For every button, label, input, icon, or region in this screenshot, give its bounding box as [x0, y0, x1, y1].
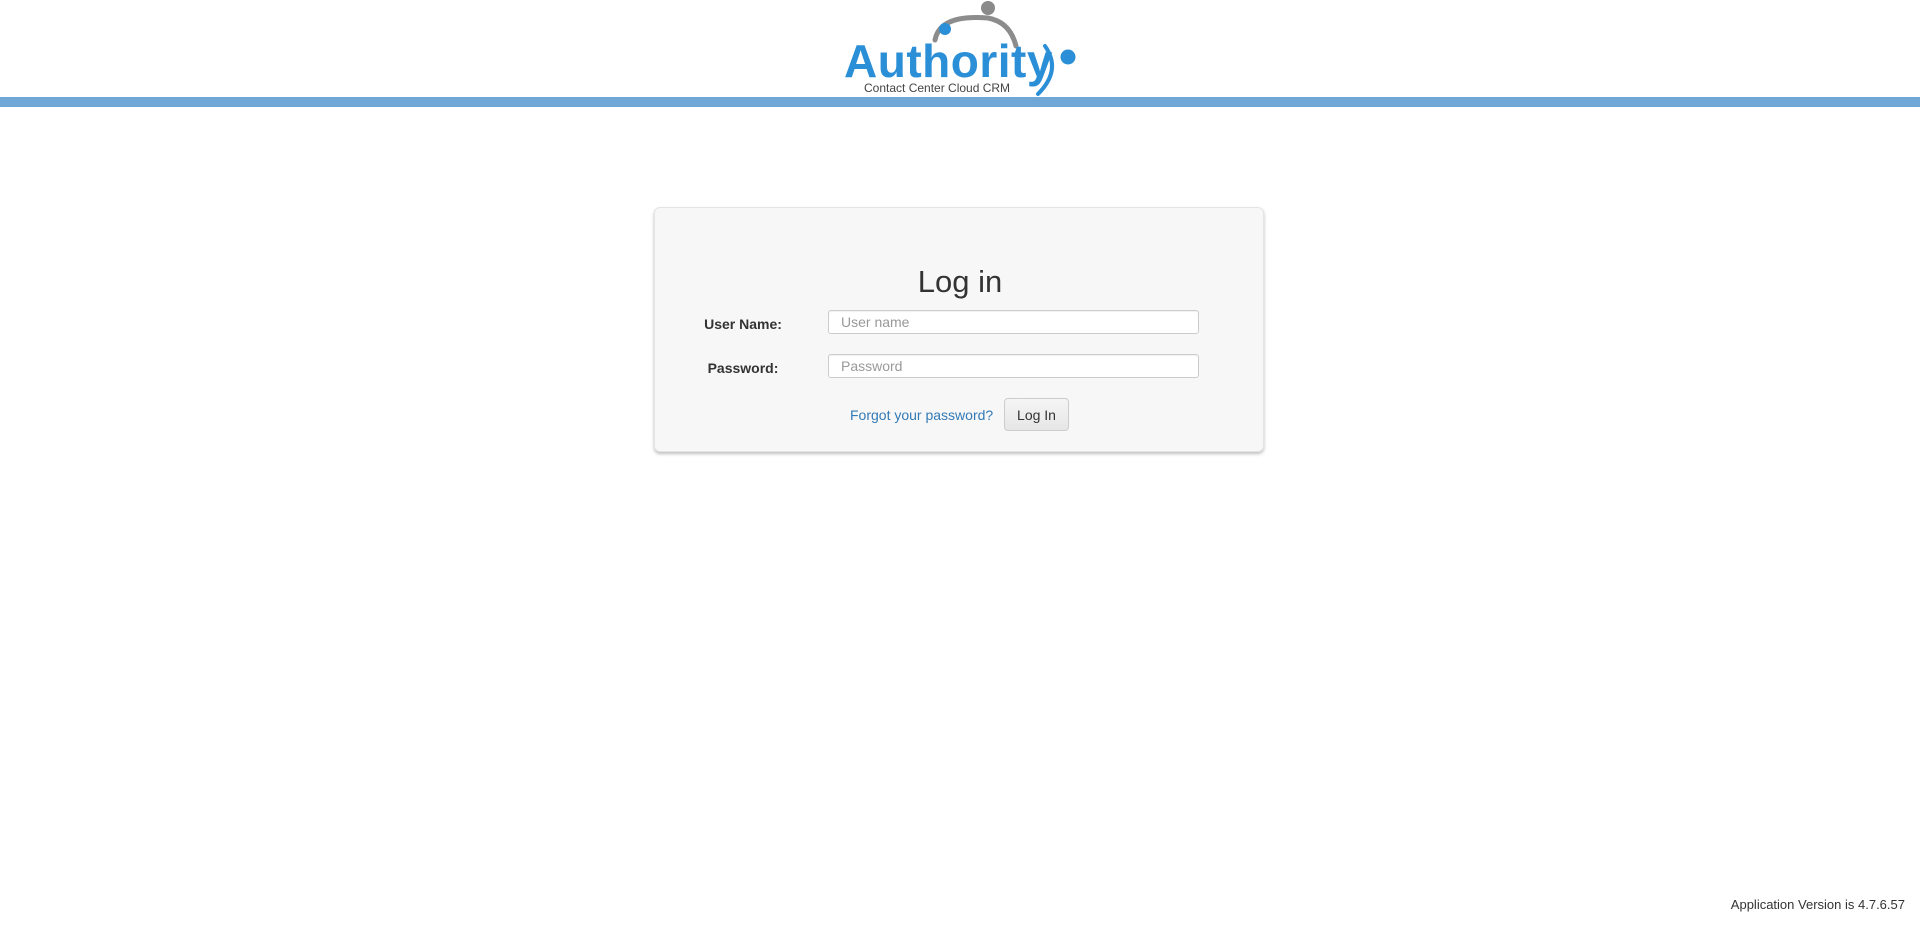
logo-wordmark: Authority	[844, 35, 1053, 87]
app-version-prefix: Application Version is	[1730, 897, 1855, 912]
app-version: Application Version is 4.7.6.57	[1731, 897, 1905, 913]
page-header: Authority Contact Center Cloud CRM	[0, 0, 1920, 98]
authority-logo: Authority Contact Center Cloud CRM	[840, 0, 1080, 98]
forgot-password-link[interactable]: Forgot your password?	[850, 406, 993, 424]
logo-tagline: Contact Center Cloud CRM	[864, 81, 1011, 95]
login-panel: Log in User Name: Password: Forgot your …	[654, 207, 1264, 452]
app-version-number: 4.7.6.57	[1858, 897, 1905, 912]
header-divider-bar	[0, 97, 1920, 107]
login-button[interactable]: Log In	[1004, 398, 1069, 431]
login-title: Log in	[917, 264, 1003, 299]
password-label: Password:	[707, 360, 779, 376]
username-label: User Name:	[704, 316, 782, 332]
password-input[interactable]	[828, 354, 1199, 378]
username-input[interactable]	[828, 310, 1199, 334]
